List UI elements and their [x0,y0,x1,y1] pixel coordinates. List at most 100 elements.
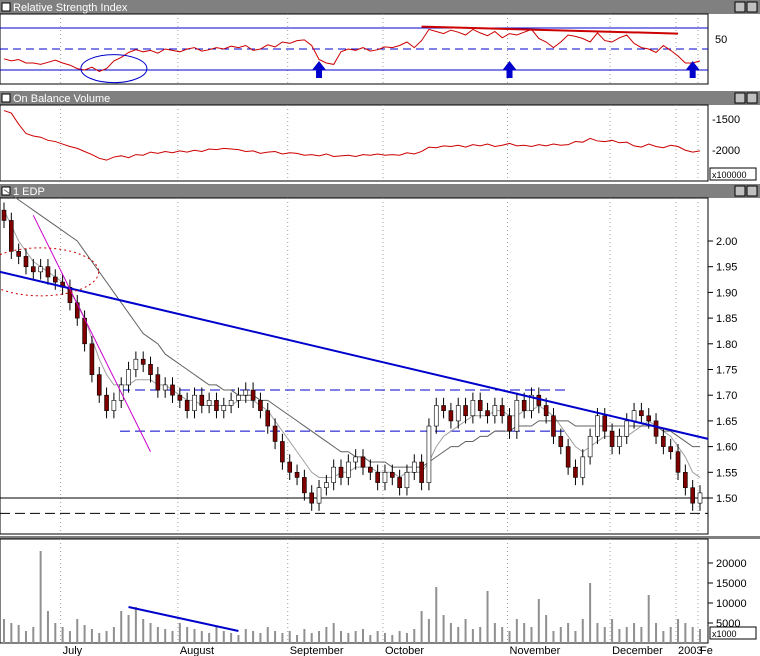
close-icon[interactable] [746,1,758,13]
volume-bar [486,591,489,643]
close-icon[interactable] [746,185,758,197]
volume-bar [405,633,408,643]
volume-bar [581,619,584,643]
volume-bar [515,619,518,643]
panel-menu-icon[interactable] [1,93,11,103]
candle-body [9,220,14,252]
volume-bar [413,629,416,643]
candle-body [683,471,688,489]
volume-bar [435,587,438,643]
month-label: December [612,645,663,656]
candle-body [448,410,454,422]
candle-body [133,358,139,370]
candle-body [45,266,51,278]
volume-bar [17,625,20,643]
price-tick-label: 1.75 [716,365,737,377]
candle-body [580,456,586,478]
volume-bar [61,627,64,643]
volume-bar [288,631,291,643]
volume-bar [391,635,394,643]
candle-body [551,415,556,437]
price-tick-label: 1.85 [716,313,737,325]
candle-body [140,358,146,365]
candle-body [272,425,278,442]
volume-bar [105,631,108,643]
candle-body [96,374,102,396]
volume-bar [76,619,79,643]
candle-body [155,374,161,391]
volume-bar [684,623,687,643]
rsi-title-bar: Relative Strength Index [0,0,760,14]
volume-bar [574,631,577,643]
volume-bar [633,623,636,643]
volume-bar [449,623,452,643]
volume-bar [274,631,277,643]
candle-body [324,482,329,489]
volume-bar [120,611,123,643]
volume-bar [508,631,511,643]
candle-body [148,364,153,375]
volume-bar [383,633,386,643]
candle-body [661,436,666,447]
rsi-title: Relative Strength Index [13,2,128,14]
candle-body [470,400,476,417]
candle-body [426,425,432,483]
candle-body [573,466,578,478]
month-label: October [385,645,424,656]
close-icon[interactable] [746,92,758,104]
volume-bar [222,631,225,643]
volume-bar [691,627,694,643]
volume-bar [266,627,269,643]
volume-bar [647,595,650,643]
panel-menu-icon[interactable] [1,2,11,12]
volume-tick-label: 5000 [716,618,740,630]
candle-body [543,405,549,417]
volume-bar [427,619,430,643]
volume-bar [164,629,167,643]
minimize-icon[interactable] [734,1,746,13]
candle-body [338,466,344,478]
candle-body [485,410,490,417]
price-tick-label: 1.90 [716,287,737,299]
candle-body [565,446,571,468]
volume-bar [669,627,672,643]
candle-body [477,400,483,411]
minimize-icon[interactable] [734,92,746,104]
candle-body [214,400,219,411]
candle-body [52,276,58,283]
volume-bar [398,631,401,643]
candle-body [89,343,95,375]
volume-bar [90,629,93,643]
candle-body [199,394,205,406]
price-tick-label: 1.95 [716,262,737,274]
volume-bar [112,627,115,643]
candle-body [697,492,703,504]
candle-body [368,466,373,473]
candle-body [302,477,307,494]
candle-body [639,410,644,417]
chart-canvas: Relative Strength Index On Balance Volum… [0,0,760,656]
volume-bar [259,633,262,643]
volume-bar [479,627,482,643]
candle-body [250,389,256,401]
volume-bar [98,633,101,643]
volume-bar [376,631,379,643]
candle-body [690,487,695,504]
candle-body [280,441,285,463]
obv-tick-label: -2000 [712,145,740,157]
candle-body [514,400,520,432]
volume-bar [186,627,189,643]
minimize-icon[interactable] [734,185,746,197]
candle-body [258,400,263,411]
candle-body [206,400,212,406]
candle-body [236,394,241,401]
candle-body [184,400,190,411]
volume-bar [318,631,321,643]
volume-bar [332,623,335,643]
candle-body [104,394,109,411]
candle-body [404,471,410,489]
candle-body [397,477,402,489]
candle-body [243,389,249,396]
volume-bar [281,633,284,643]
volume-bar [200,631,203,643]
